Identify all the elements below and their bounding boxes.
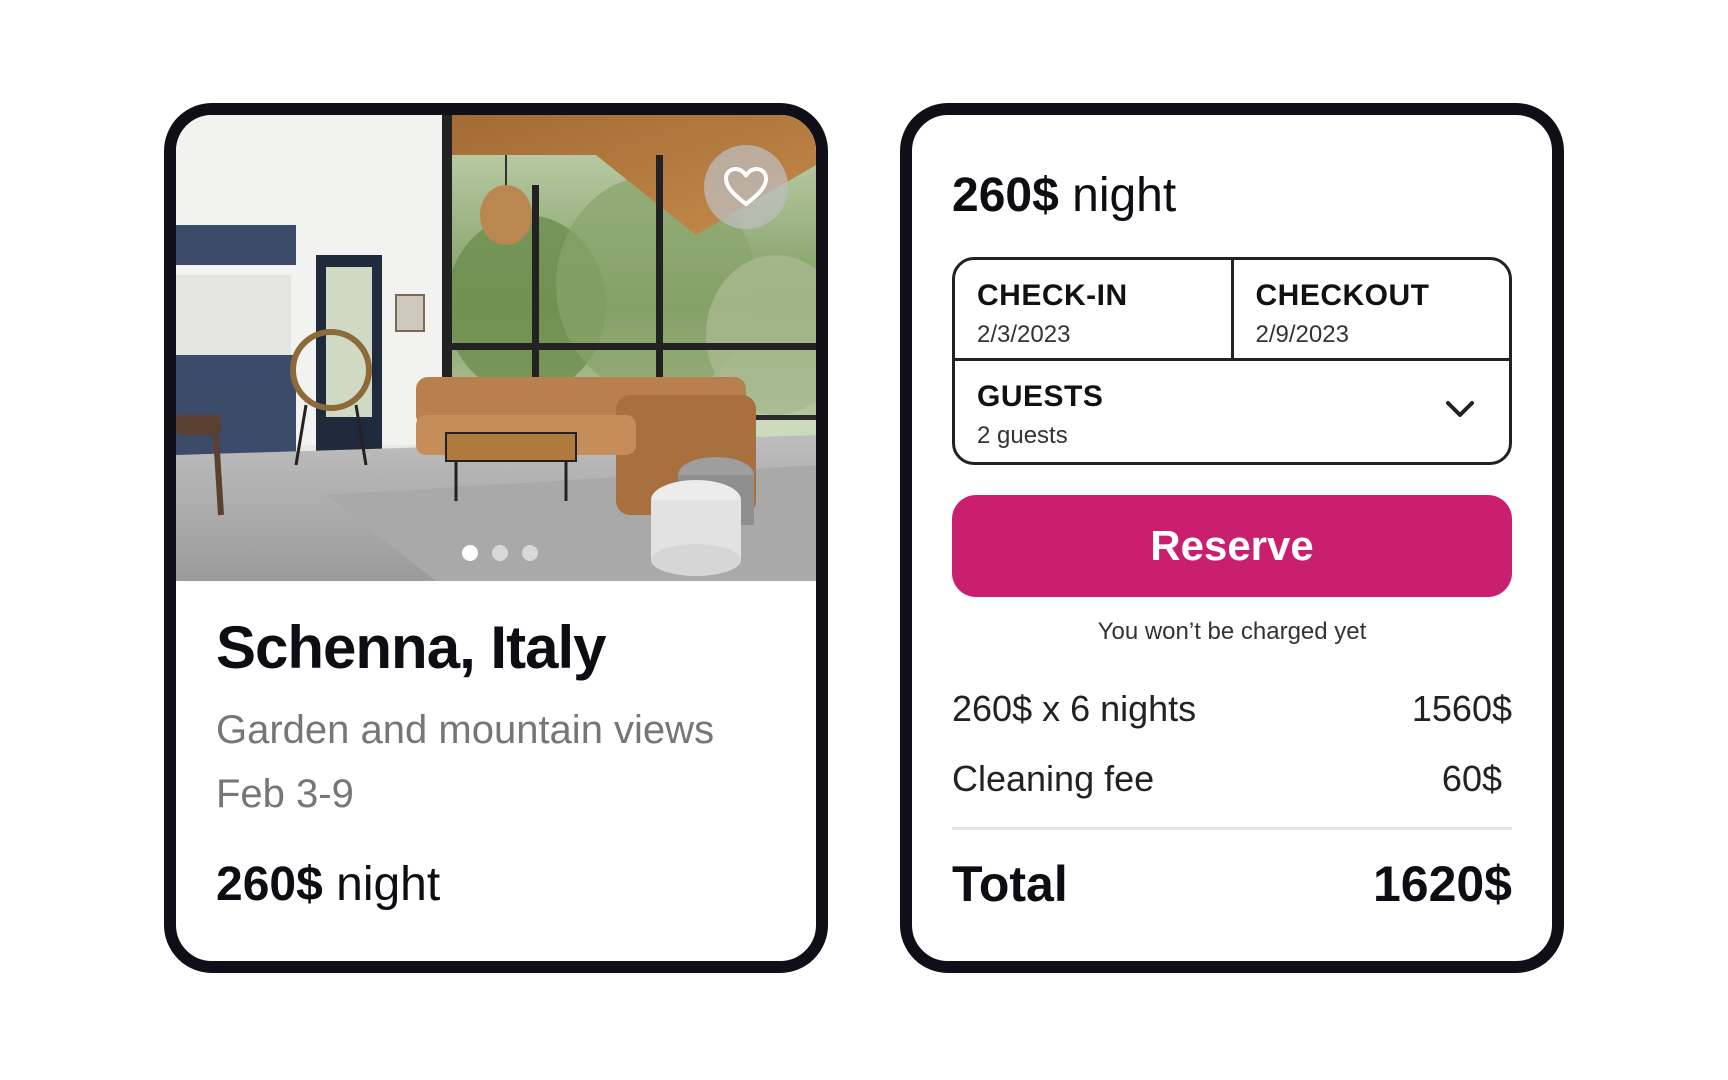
carousel-dot-1[interactable] [462,545,478,561]
reservation-picker: CHECK-IN 2/3/2023 CHECKOUT 2/9/2023 GUES… [952,257,1512,465]
booking-price-amount: 260$ [952,169,1059,222]
listing-title: Schenna, Italy [216,614,606,681]
line-item-amount: 60$ [1441,758,1502,799]
carousel-dot-3[interactable] [522,545,538,561]
booking-price: 260$ night [952,167,1512,225]
checkout-label: CHECKOUT [1255,279,1430,312]
listing-card[interactable]: Schenna, Italy Garden and mountain views… [164,103,828,973]
checkout-value: 2/9/2023 [1255,321,1349,348]
favorite-button[interactable] [704,145,788,229]
checkin-value: 2/3/2023 [977,321,1071,348]
listing-details: Schenna, Italy Garden and mountain views… [216,581,776,913]
checkin-field[interactable]: CHECK-IN 2/3/2023 [955,260,1231,358]
date-row: CHECK-IN 2/3/2023 CHECKOUT 2/9/2023 [955,260,1509,361]
listing-price-amount: 260$ [216,858,323,911]
guests-select[interactable]: GUESTS 2 guests [955,361,1509,462]
booking-content: 260$ night CHECK-IN 2/3/2023 CHECKOUT 2/… [952,115,1512,914]
line-item-label: 260$ x 6 nights [952,688,1197,729]
charge-note: You won’t be charged yet [1097,618,1367,645]
booking-card: 260$ night CHECK-IN 2/3/2023 CHECKOUT 2/… [900,103,1564,973]
heart-icon [724,167,768,206]
line-item-nights: 260$ x 6 nights 1560$ [952,687,1512,731]
checkout-field[interactable]: CHECKOUT 2/9/2023 [1230,260,1510,358]
chevron-down-icon [1446,401,1474,417]
carousel-dot-2[interactable] [492,545,508,561]
checkin-label: CHECK-IN [977,279,1128,312]
carousel-dots [462,545,538,561]
divider [952,827,1512,830]
booking-price-unit: night [1072,169,1177,222]
total-amount: 1620$ [1372,856,1512,912]
line-item-cleaning: Cleaning fee 60$ [952,757,1512,801]
guests-value: 2 guests [977,422,1068,449]
listing-subtitle: Garden and mountain views [216,708,715,752]
guests-label: GUESTS [977,380,1104,413]
line-item-label: Cleaning fee [952,758,1155,799]
listing-price: 260$ night [216,857,776,913]
total-row: Total 1620$ [952,854,1512,914]
listing-price-unit: night [336,858,441,911]
reserve-button[interactable]: Reserve [952,495,1512,597]
total-label: Total [952,856,1068,912]
line-item-amount: 1560$ [1411,688,1512,729]
listing-dates: Feb 3-9 [216,772,354,816]
listing-photo[interactable] [176,115,816,581]
